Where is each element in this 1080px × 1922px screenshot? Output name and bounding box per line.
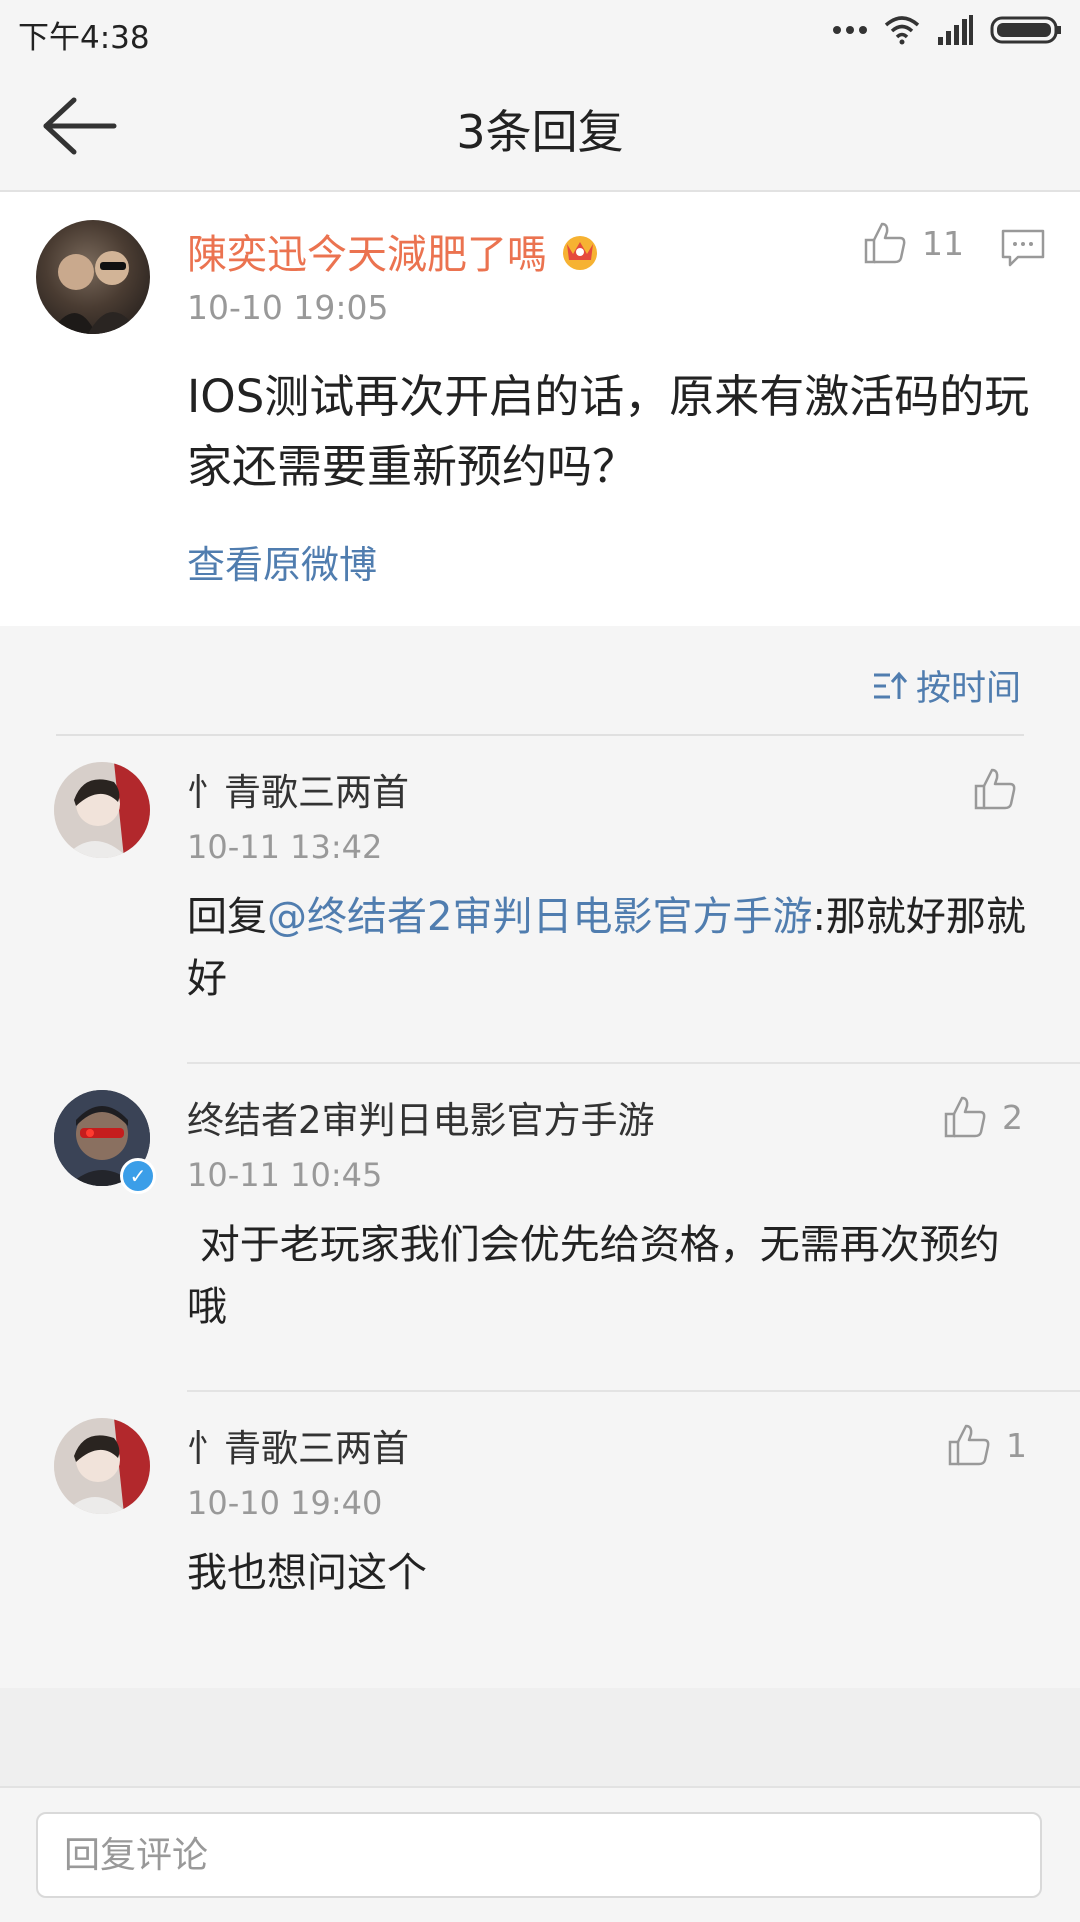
reply-prefix: 回复	[187, 894, 267, 940]
reply-button[interactable]	[1000, 228, 1046, 268]
thumbs-up-icon	[948, 1424, 990, 1466]
avatar-image	[50, 251, 140, 334]
like-count: 11	[922, 223, 964, 263]
like-button[interactable]	[972, 766, 1032, 812]
verified-badge-icon: ✓	[120, 1158, 156, 1194]
vip-crown-icon	[563, 236, 597, 270]
post-time: 10-10 19:05	[187, 288, 389, 327]
sort-icon	[874, 671, 908, 699]
reply-time: 10-11 10:45	[187, 1156, 383, 1194]
title-bar: 3条回复	[0, 62, 1080, 192]
like-button[interactable]: 2	[942, 1094, 1023, 1140]
author-name-text: 陳奕迅今天減肥了嗎	[187, 232, 547, 278]
page-title: 3条回复	[456, 105, 624, 159]
status-bar: 下午4:38	[0, 0, 1080, 62]
reply-time: 10-11 13:42	[187, 828, 383, 866]
status-icons	[832, 10, 1062, 50]
original-comment-card: 陳奕迅今天減肥了嗎 10-10 19:05 11 IOS测试再次开启的话，原来有…	[0, 192, 1080, 626]
like-button[interactable]: 11	[862, 220, 964, 266]
reply-input[interactable]: 回复评论	[36, 1812, 1042, 1898]
wifi-icon	[884, 16, 920, 45]
reply-text: 回复@终结者2审判日电影官方手游:那就好那就好	[187, 886, 1027, 1010]
sort-label: 按时间	[916, 669, 1022, 709]
reply-item: 忄青歌三两首 1 10-10 19:40 我也想问这个	[0, 1392, 1080, 1692]
thumbs-up-icon	[864, 222, 906, 264]
signal-icon	[938, 15, 973, 45]
bottom-spacer	[0, 1688, 1080, 1786]
reply-text: 我也想问这个	[187, 1550, 427, 1596]
avatar[interactable]	[54, 1418, 150, 1514]
like-count: 2	[1002, 1097, 1023, 1137]
reply-author[interactable]: 忄青歌三两首	[187, 762, 409, 816]
sort-by-time-button[interactable]: 按时间	[872, 660, 1021, 711]
avatar-image	[54, 1418, 150, 1514]
reply-author[interactable]: 忄青歌三两首	[187, 1418, 409, 1472]
reply-composer: 回复评论	[0, 1786, 1080, 1922]
like-count: 1	[1006, 1425, 1027, 1465]
like-button[interactable]: 1	[946, 1422, 1027, 1468]
thumbs-up-icon	[974, 768, 1016, 810]
avatar-image	[54, 762, 150, 858]
reply-item: ✓ 终结者2审判日电影官方手游 2 10-11 10:45 对于老玩家我们会优先…	[0, 1064, 1080, 1392]
reply-text: 对于老玩家我们会优先给资格，无需再次预约哦	[187, 1222, 1000, 1330]
battery-icon	[990, 16, 1061, 44]
avatar[interactable]	[54, 762, 150, 858]
status-time: 下午4:38	[18, 20, 150, 56]
comment-text: IOS测试再次开启的话，原来有激活码的玩家还需要重新预约吗？	[187, 370, 1030, 493]
more-dots-icon	[833, 26, 867, 34]
reply-item: 忄青歌三两首 10-11 13:42 回复@终结者2审判日电影官方手游:那就好那…	[0, 736, 1080, 1064]
comment-icon	[1001, 229, 1045, 267]
reply-time: 10-10 19:40	[187, 1484, 383, 1522]
author-name[interactable]: 陳奕迅今天減肥了嗎	[187, 222, 601, 280]
avatar[interactable]	[36, 220, 150, 334]
reply-author[interactable]: 终结者2审判日电影官方手游	[187, 1090, 655, 1144]
view-original-link[interactable]: 查看原微博	[187, 534, 377, 589]
thumbs-up-icon	[944, 1096, 986, 1138]
mention-link[interactable]: @终结者2审判日电影官方手游	[267, 894, 812, 940]
